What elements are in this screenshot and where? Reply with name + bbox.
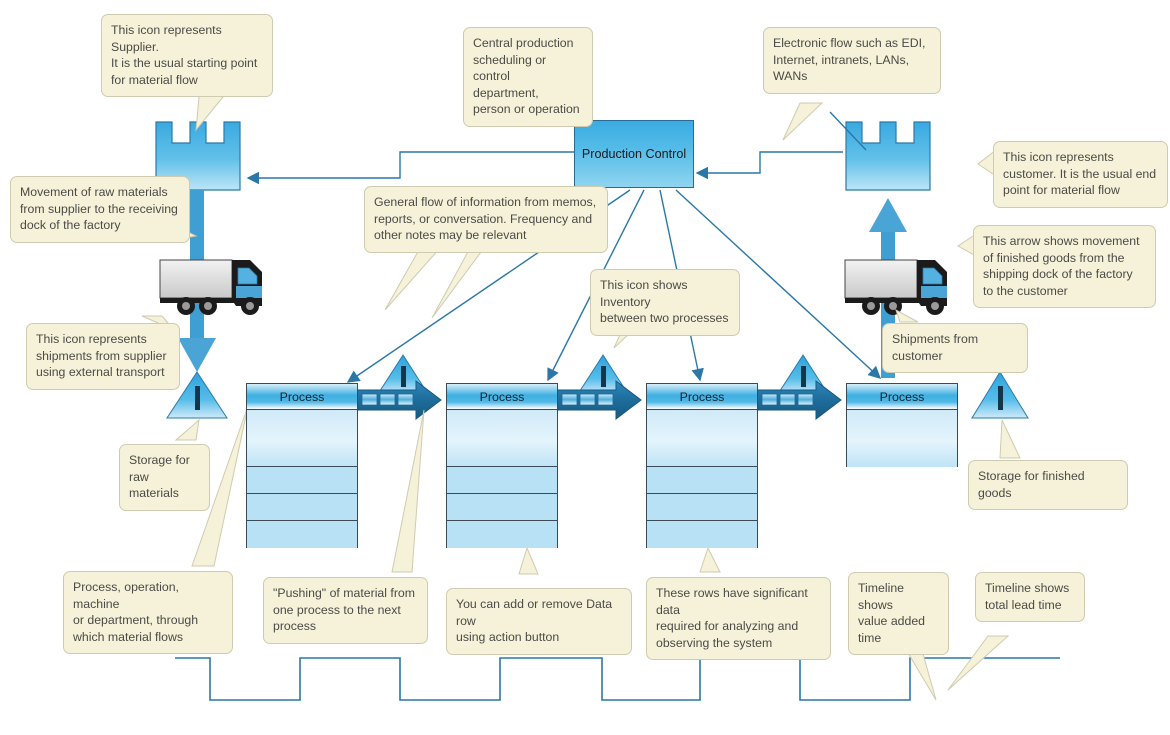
callout-raw-material-movement-note[interactable]: Movement of raw materials from supplier … [10, 176, 190, 243]
callout-supplier-note[interactable]: This icon represents Supplier. It is the… [101, 14, 273, 98]
process-box-3-row-3[interactable] [647, 494, 757, 521]
callout-inventory-note[interactable]: This icon shows Inventory between two pr… [590, 269, 740, 336]
process-box-3-row-2[interactable] [647, 467, 757, 494]
process-box-4[interactable]: Process [846, 383, 958, 467]
production-control-label: Production Control [581, 147, 687, 161]
process-box-1-title: Process [247, 384, 357, 410]
process-box-2-row-4[interactable] [447, 521, 557, 548]
callout-value-added-time-note[interactable]: Timeline shows value added time [848, 572, 949, 656]
callout-shipments-from-customer-note[interactable]: Shipments from customer [882, 323, 1028, 374]
process-box-1-row-1[interactable] [247, 410, 357, 467]
callout-information-flow-note[interactable]: General flow of information from memos, … [364, 186, 608, 253]
callout-external-transport-note[interactable]: This icon represents shipments from supp… [26, 323, 180, 390]
outbound-truck-icon[interactable] [844, 259, 947, 315]
callout-finished-goods-movement-note[interactable]: This arrow shows movement of finished go… [973, 225, 1156, 309]
callout-electronic-flow-note[interactable]: Electronic flow such as EDI, Internet, i… [763, 27, 941, 94]
process-box-2[interactable]: Process [446, 383, 558, 548]
callout-storage-finished-note[interactable]: Storage for finished goods [968, 460, 1128, 511]
callout-customer-note[interactable]: This icon represents customer. It is the… [993, 141, 1168, 208]
process-box-4-row-1[interactable] [847, 410, 957, 467]
process-box-1[interactable]: Process [246, 383, 358, 548]
process-box-2-row-3[interactable] [447, 494, 557, 521]
callout-process-definition-note[interactable]: Process, operation, machine or departmen… [63, 571, 233, 655]
callout-data-row-note[interactable]: You can add or remove Data row using act… [446, 588, 632, 655]
process-box-1-row-2[interactable] [247, 467, 357, 494]
process-box-1-row-4[interactable] [247, 521, 357, 548]
process-box-3-row-4[interactable] [647, 521, 757, 548]
callout-significant-data-note[interactable]: These rows have significant data require… [646, 577, 831, 661]
process-box-2-row-1[interactable] [447, 410, 557, 467]
callout-production-control-note[interactable]: Central production scheduling or control… [463, 27, 593, 127]
production-control-box[interactable]: Production Control [574, 120, 694, 188]
callout-storage-raw-note[interactable]: Storage for raw materials [119, 444, 210, 511]
process-box-2-row-2[interactable] [447, 467, 557, 494]
callout-total-lead-time-note[interactable]: Timeline shows total lead time [975, 572, 1085, 623]
callout-pushing-note[interactable]: "Pushing" of material from one process t… [263, 577, 428, 644]
process-box-3-row-1[interactable] [647, 410, 757, 467]
inbound-truck-icon[interactable] [159, 259, 262, 315]
customer-factory-icon[interactable] [845, 121, 931, 191]
process-box-3[interactable]: Process [646, 383, 758, 548]
process-box-1-row-3[interactable] [247, 494, 357, 521]
process-box-3-title: Process [647, 384, 757, 410]
value-stream-map-canvas: Production Control Process Process Proce… [0, 0, 1170, 735]
process-box-2-title: Process [447, 384, 557, 410]
process-box-4-title: Process [847, 384, 957, 410]
inventory-triangle-4[interactable] [971, 371, 1029, 419]
